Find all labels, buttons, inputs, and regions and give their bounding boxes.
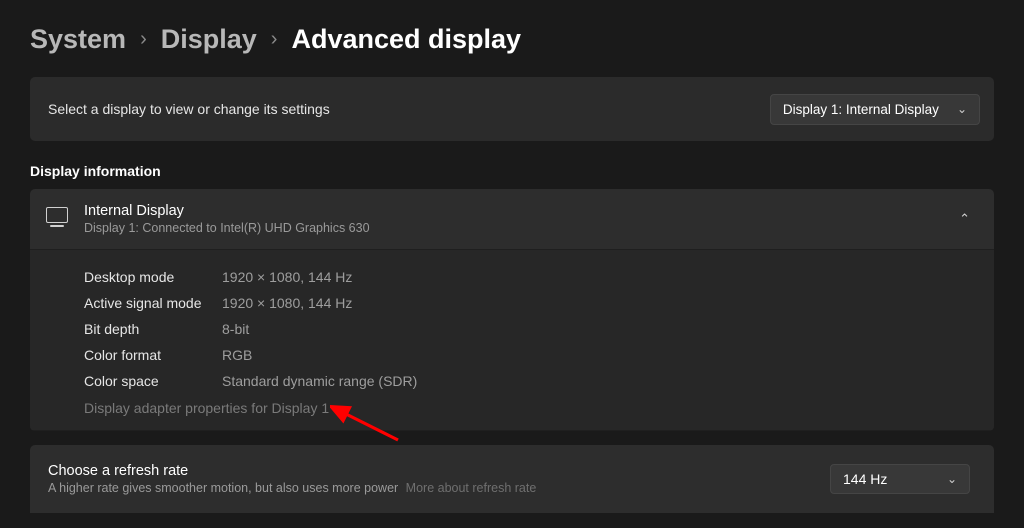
detail-label: Active signal mode	[84, 295, 222, 311]
detail-value: RGB	[222, 347, 252, 363]
chevron-right-icon: ›	[271, 28, 278, 51]
detail-row: Bit depth 8-bit	[84, 316, 970, 342]
breadcrumb: System › Display › Advanced display	[0, 0, 1024, 77]
display-info-titles: Internal Display Display 1: Connected to…	[84, 203, 943, 235]
display-connection-info: Display 1: Connected to Intel(R) UHD Gra…	[84, 221, 943, 235]
detail-row: Active signal mode 1920 × 1080, 144 Hz	[84, 290, 970, 316]
display-name: Internal Display	[84, 203, 943, 219]
monitor-icon	[46, 207, 68, 223]
refresh-rate-dropdown[interactable]: 144 Hz ⌄	[830, 464, 970, 494]
refresh-rate-subtitle: A higher rate gives smoother motion, but…	[48, 481, 536, 495]
detail-value: 8-bit	[222, 321, 249, 337]
more-about-refresh-rate-link[interactable]: More about refresh rate	[406, 481, 537, 495]
refresh-rate-title: Choose a refresh rate	[48, 463, 536, 479]
refresh-rate-texts: Choose a refresh rate A higher rate give…	[48, 463, 536, 495]
display-details-panel: Desktop mode 1920 × 1080, 144 Hz Active …	[30, 250, 994, 431]
refresh-rate-subtext: A higher rate gives smoother motion, but…	[48, 481, 398, 495]
detail-value: Standard dynamic range (SDR)	[222, 373, 417, 389]
breadcrumb-advanced-display: Advanced display	[291, 24, 521, 55]
refresh-rate-value: 144 Hz	[843, 471, 887, 487]
detail-row: Color space Standard dynamic range (SDR)	[84, 368, 970, 394]
select-display-card: Select a display to view or change its s…	[30, 77, 994, 141]
detail-row: Desktop mode 1920 × 1080, 144 Hz	[84, 264, 970, 290]
display-information-heading: Display information	[30, 163, 1024, 179]
display-adapter-properties-link[interactable]: Display adapter properties for Display 1	[84, 394, 329, 420]
select-display-label: Select a display to view or change its s…	[48, 101, 330, 117]
detail-value: 1920 × 1080, 144 Hz	[222, 269, 352, 285]
chevron-down-icon: ⌄	[947, 472, 957, 486]
display-selector-dropdown[interactable]: Display 1: Internal Display ⌄	[770, 94, 980, 125]
breadcrumb-system[interactable]: System	[30, 24, 126, 55]
display-info-expander: Internal Display Display 1: Connected to…	[30, 189, 994, 431]
breadcrumb-display[interactable]: Display	[161, 24, 257, 55]
detail-label: Bit depth	[84, 321, 222, 337]
chevron-up-icon: ⌃	[959, 211, 970, 227]
display-selector-value: Display 1: Internal Display	[783, 102, 939, 117]
detail-label: Color format	[84, 347, 222, 363]
detail-label: Desktop mode	[84, 269, 222, 285]
refresh-rate-card: Choose a refresh rate A higher rate give…	[30, 445, 994, 513]
detail-label: Color space	[84, 373, 222, 389]
chevron-right-icon: ›	[140, 28, 147, 51]
chevron-down-icon: ⌄	[957, 102, 967, 116]
display-info-expander-header[interactable]: Internal Display Display 1: Connected to…	[30, 189, 994, 250]
detail-row: Color format RGB	[84, 342, 970, 368]
detail-value: 1920 × 1080, 144 Hz	[222, 295, 352, 311]
